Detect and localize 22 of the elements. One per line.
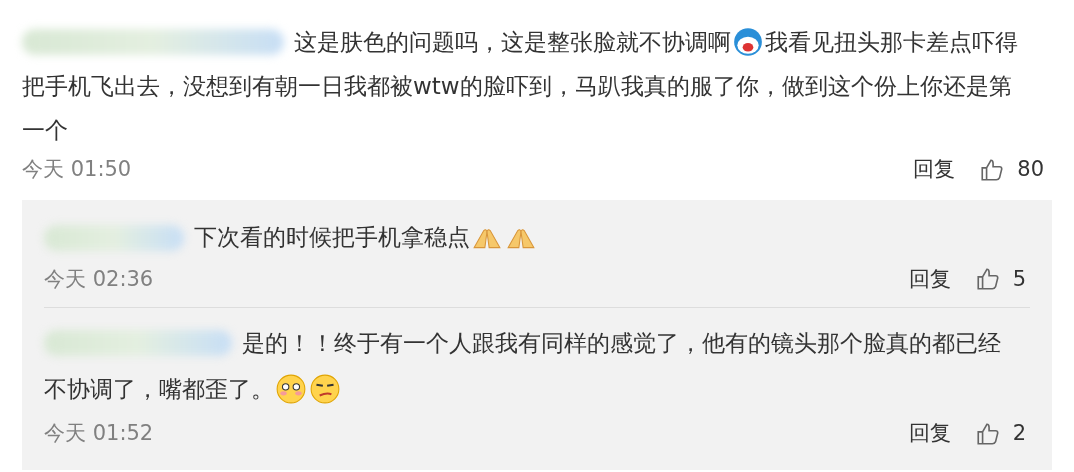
timestamp: 今天 01:50 bbox=[22, 156, 132, 183]
comment-text: 我看见扭头那卡差点吓得 bbox=[765, 27, 1018, 57]
like-count: 80 bbox=[1017, 156, 1044, 183]
thumbs-up-icon[interactable] bbox=[979, 156, 1006, 183]
like-count: 2 bbox=[1012, 420, 1026, 447]
reply-link[interactable]: 回复 bbox=[908, 418, 951, 450]
thumbs-up-icon[interactable] bbox=[974, 420, 1001, 447]
thumbs-up-icon[interactable] bbox=[974, 266, 1001, 293]
comment-text: 下次看的时候把手机拿稳点 bbox=[194, 223, 470, 253]
round-face-emoji-icon bbox=[732, 26, 764, 58]
comment-text: 把手机飞出去，没想到有朝一日我都被wtw的脸吓到，马趴我真的服了你，做到这个份上你还是第 bbox=[22, 71, 1012, 101]
timestamp: 今天 02:36 bbox=[44, 265, 154, 293]
like-count: 5 bbox=[1012, 265, 1026, 293]
comment-text: 这是肤色的问题吗，这是整张脸就不协调啊 bbox=[294, 27, 731, 57]
comment-text: 不协调了，嘴都歪了。 bbox=[44, 374, 274, 404]
blushing-face-emoji-icon bbox=[275, 373, 307, 405]
comment-text: 是的！！终于有一个人跟我有同样的感觉了，他有的镜头那个脸真的都已经 bbox=[242, 328, 1001, 358]
reply-link[interactable]: 回复 bbox=[913, 154, 956, 186]
smirking-face-emoji-icon bbox=[309, 373, 341, 405]
comment-text: 一个 bbox=[22, 115, 68, 145]
timestamp: 今天 01:52 bbox=[44, 420, 154, 447]
reply-link[interactable]: 回复 bbox=[908, 263, 951, 295]
